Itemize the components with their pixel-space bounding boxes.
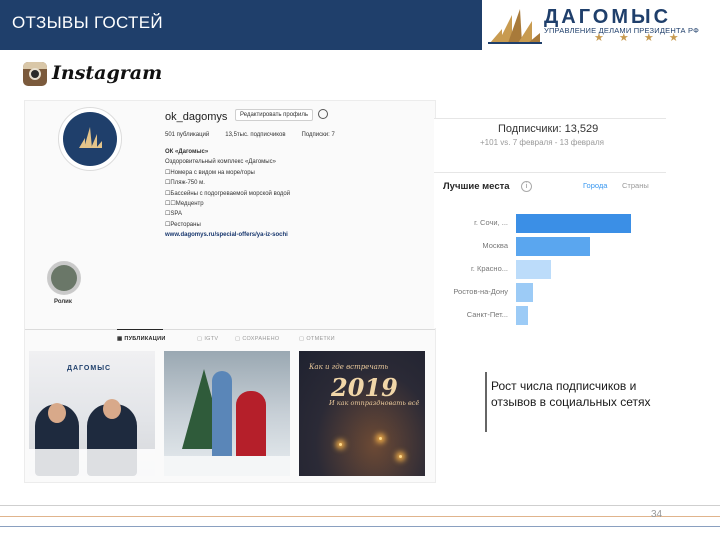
page-number: 34 <box>651 509 663 520</box>
post-thumbnail[interactable]: Как и где встречать 2019 И как отпраздно… <box>299 351 425 476</box>
gear-icon[interactable] <box>318 109 328 119</box>
post-banner-text: ДАГОМЫС <box>67 365 112 372</box>
profile-stats: 501 публикаций 13,5тыс. подписчиков Подпис… <box>165 132 351 138</box>
instagram-profile-screenshot: ok_dagomys Редактировать профиль 501 пуб… <box>24 100 436 483</box>
followers-stats-panel: Подписчики: 13,529 +101 vs. 7 февраля - … <box>434 118 666 328</box>
post-title-text: Как и где встречать <box>309 363 389 371</box>
story-highlight-label: Ролик <box>54 299 72 305</box>
bar-4 <box>516 283 533 302</box>
tab-tagged[interactable]: ▢ ОТМЕТКИ <box>299 336 335 342</box>
profile-username: ok_dagomys <box>165 111 228 123</box>
following-count[interactable]: Подписки: 7 <box>302 132 335 138</box>
bar-category-label: Москва <box>482 241 508 250</box>
post-subtitle-text: И как отпраздновать всё <box>329 399 420 407</box>
followers-change: +101 vs. 7 февраля - 13 февраля <box>480 138 604 147</box>
sparkler <box>339 443 342 446</box>
bio-line: ☐Бассейны с подогреваемой морской водой <box>165 190 291 197</box>
slide-title: ОТЗЫВЫ ГОСТЕЙ <box>12 13 163 32</box>
bar-5 <box>516 306 528 325</box>
post-year-text: 2019 <box>331 373 398 402</box>
bar-category-label: г. Сочи, ... <box>474 218 508 227</box>
tab-igtv[interactable]: ▢ IGTV <box>197 336 218 342</box>
followers-total: Подписчики: 13,529 <box>498 123 599 135</box>
bio-line: ☐☐Медцентр <box>165 201 204 208</box>
bio-line: ☐SPA <box>165 211 182 218</box>
followers-count[interactable]: 13,5тыс. подписчиков <box>225 132 285 138</box>
profile-tabs: ▦ ПУБЛИКАЦИИ ▢ IGTV ▢ СОХРАНЕНО ▢ ОТМЕТК… <box>25 329 435 342</box>
tab-cities[interactable]: Города <box>583 181 607 190</box>
title-banner: ОТЗЫВЫ ГОСТЕЙ <box>0 0 482 50</box>
note-divider <box>485 372 487 432</box>
instagram-wordmark: Instagram <box>52 62 163 84</box>
bio-line: ☐Номера с видом на море/горы <box>165 169 255 176</box>
bio-line: Оздоровительный комплекс «Дагомыс» <box>165 159 276 166</box>
note-text: Рост числа подписчиков и отзывов в социа… <box>491 379 651 409</box>
dagomys-logo: ДАГОМЫС УПРАВЛЕНИЕ ДЕЛАМИ ПРЕЗИДЕНТА РФ … <box>486 4 716 48</box>
santa-figure <box>236 391 266 465</box>
edit-profile-button[interactable]: Редактировать профиль <box>235 109 313 121</box>
snow-maiden-figure <box>212 371 232 459</box>
bio-line: ☐Пляж-750 м. <box>165 180 205 187</box>
post-thumbnail[interactable]: ДАГОМЫС <box>29 351 155 476</box>
active-tab-indicator <box>117 329 163 330</box>
bar-3 <box>516 260 551 279</box>
bar-category-label: Ростов-на-Дону <box>453 287 508 296</box>
bio-name: ОК «Дагомыс» <box>165 149 209 155</box>
tab-posts[interactable]: ▦ ПУБЛИКАЦИИ <box>117 336 166 342</box>
sparkler <box>379 437 382 440</box>
profile-avatar[interactable] <box>58 107 122 171</box>
building-logo-icon <box>488 9 542 44</box>
bio-link[interactable]: www.dagomys.ru/special-offers/ya-iz-soch… <box>165 230 290 240</box>
story-highlight[interactable] <box>47 261 81 295</box>
building-logo-icon <box>79 127 102 148</box>
posts-count[interactable]: 501 публикаций <box>165 132 209 138</box>
tab-countries[interactable]: Страны <box>622 181 649 190</box>
tab-saved[interactable]: ▢ СОХРАНЕНО <box>235 336 279 342</box>
bar-2 <box>516 237 590 256</box>
bar-1 <box>516 214 631 233</box>
top-places-heading: Лучшие места <box>443 181 510 192</box>
footer-divider <box>0 516 720 517</box>
bar-category-label: г. Красно... <box>470 264 508 273</box>
post-thumbnail[interactable] <box>164 351 290 476</box>
profile-bio: ОК «Дагомыс» Оздоровительный комплекс «Д… <box>165 147 290 241</box>
sparkler <box>399 455 402 458</box>
bar-category-label: Санкт-Пет... <box>466 310 508 319</box>
footer-divider <box>0 505 720 506</box>
footer-divider <box>0 526 720 527</box>
logo-stars: ★ ★ ★ ★ <box>594 32 685 44</box>
instagram-camera-icon <box>23 62 47 86</box>
info-icon[interactable]: i <box>521 181 532 192</box>
bio-line: ☐Рестораны <box>165 221 201 228</box>
